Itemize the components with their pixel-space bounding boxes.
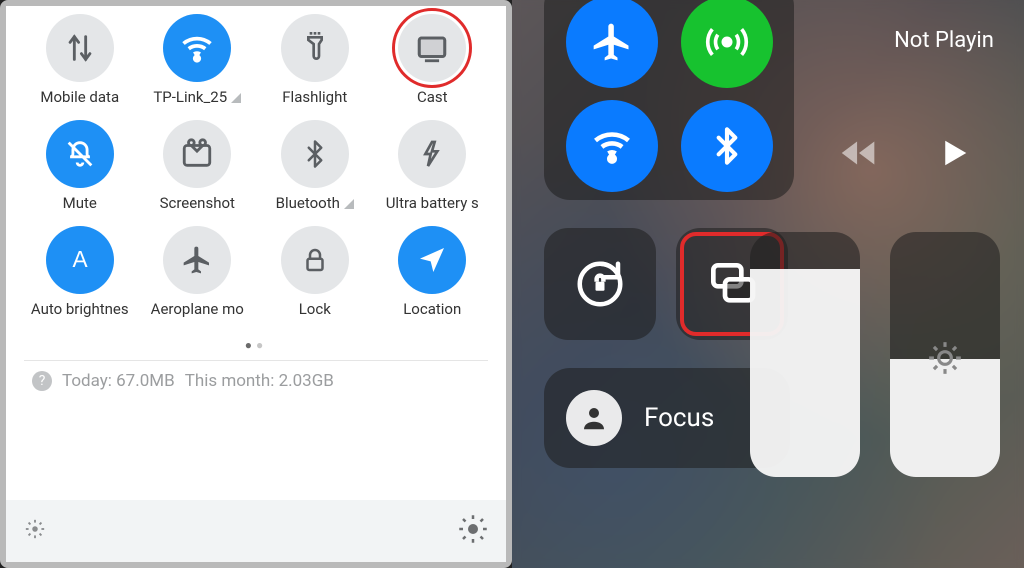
brightness-slider[interactable] [6,500,506,562]
qs-tile-screenshot[interactable]: Screenshot [142,120,254,212]
qs-tile-label: TP-Link_25 [153,88,241,106]
qs-tile-label: Cast [417,88,448,106]
person-icon [566,390,622,446]
cast-icon [398,14,466,82]
qs-tile-airplane[interactable]: Aeroplane mo [142,226,254,318]
mute-icon [46,120,114,188]
play-button[interactable] [933,132,975,178]
signal-icon [344,199,354,209]
airplane-mode-toggle[interactable] [566,0,658,88]
data-icon [46,14,114,82]
help-icon: ? [32,371,52,391]
volume-slider[interactable] [750,232,860,477]
battery-icon [398,120,466,188]
qs-tile-label: Mute [63,194,97,212]
android-quick-settings: Mobile data TP-Link_25 Flashlight Cast Mute S… [0,0,512,568]
focus-label: Focus [644,403,714,433]
usage-today: Today: 67.0MB [62,371,175,391]
now-playing-label: Not Playin [864,28,1024,53]
quick-settings-grid: Mobile data TP-Link_25 Flashlight Cast Mute S… [24,14,488,318]
qs-tile-data[interactable]: Mobile data [24,14,136,106]
qs-tile-cast[interactable]: Cast [377,14,489,106]
svg-text:A: A [72,246,88,272]
signal-icon [231,93,241,103]
page-indicator: ●● [24,338,488,352]
brightness-high-icon [458,514,488,548]
screenshot-icon [163,120,231,188]
qs-tile-wifi[interactable]: TP-Link_25 [142,14,254,106]
qs-tile-label: Ultra battery s [386,194,479,212]
qs-tile-lock[interactable]: Lock [259,226,371,318]
qs-tile-label: Mobile data [40,88,119,106]
rewind-button[interactable] [836,130,882,180]
brightness-slider-ios[interactable] [890,232,1000,477]
qs-tile-bluetooth[interactable]: Bluetooth [259,120,371,212]
cellular-data-toggle[interactable] [681,0,773,88]
bluetooth-icon [281,120,349,188]
usage-month: This month: 2.03GB [185,371,334,391]
qs-tile-mute[interactable]: Mute [24,120,136,212]
qs-tile-battery[interactable]: Ultra battery s [377,120,489,212]
sun-icon [890,339,1000,377]
location-icon [398,226,466,294]
ios-control-center: Not Playin Focus [512,0,1024,568]
autoA-icon: A [46,226,114,294]
qs-tile-autoA[interactable]: A Auto brightnes [24,226,136,318]
qs-tile-flashlight[interactable]: Flashlight [259,14,371,106]
rotation-lock-toggle[interactable] [544,228,656,340]
android-panel-body: Mobile data TP-Link_25 Flashlight Cast Mute S… [6,6,506,500]
flashlight-icon [281,14,349,82]
qs-tile-label: Aeroplane mo [151,300,244,318]
wifi-toggle[interactable] [566,100,658,192]
qs-tile-label: Lock [299,300,331,318]
qs-tile-label: Auto brightnes [31,300,129,318]
brightness-low-icon [24,518,46,544]
media-controls [810,120,1000,190]
lock-icon [281,226,349,294]
qs-tile-label: Bluetooth [276,194,354,212]
connectivity-module [544,0,794,200]
qs-tile-label: Flashlight [282,88,347,106]
qs-tile-location[interactable]: Location [377,226,489,318]
data-usage-row[interactable]: ? Today: 67.0MB This month: 2.03GB [24,360,488,411]
bluetooth-toggle[interactable] [681,100,773,192]
qs-tile-label: Screenshot [160,194,235,212]
wifi-icon [163,14,231,82]
qs-tile-label: Location [403,300,461,318]
airplane-icon [163,226,231,294]
